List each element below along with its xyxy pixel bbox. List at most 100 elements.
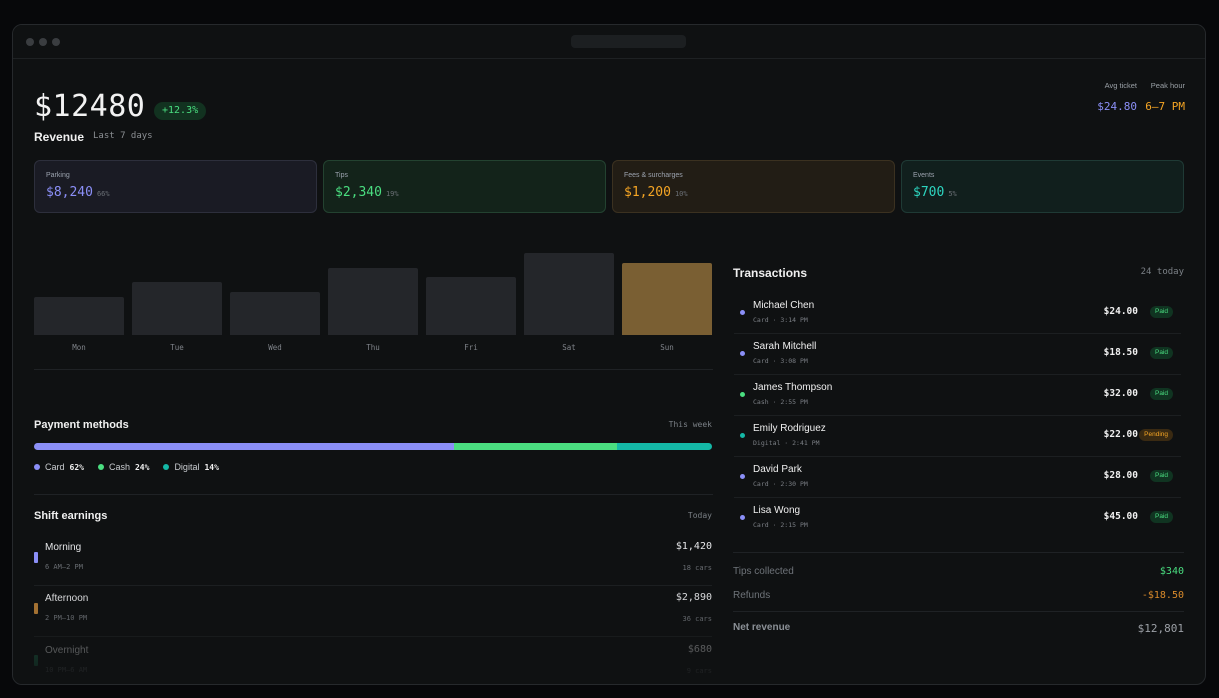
transaction-amount: $24.00 bbox=[1103, 306, 1138, 317]
bar-sat[interactable] bbox=[524, 253, 614, 335]
bar-fri[interactable] bbox=[426, 277, 516, 335]
transaction-row[interactable]: Michael Chen Card · 3:14 PM $24.00 Paid bbox=[734, 293, 1181, 334]
transaction-row[interactable]: David Park Card · 2:30 PM $28.00 Paid bbox=[734, 457, 1181, 498]
transaction-meta: Card · 3:14 PM bbox=[753, 316, 808, 324]
transaction-row[interactable]: James Thompson Cash · 2:55 PM $32.00 Paid bbox=[734, 375, 1181, 416]
address-bar[interactable] bbox=[571, 35, 686, 48]
card-pct: 5% bbox=[948, 190, 957, 198]
card-label: Parking bbox=[46, 172, 70, 179]
payment-segment-card bbox=[34, 443, 455, 450]
shift-indicator bbox=[34, 655, 38, 666]
tips-collected-label: Tips collected bbox=[733, 566, 794, 577]
method-dot bbox=[740, 433, 745, 438]
bar-thu[interactable] bbox=[328, 267, 418, 335]
legend-label: Card bbox=[45, 462, 65, 472]
bar-mon[interactable] bbox=[34, 296, 124, 335]
customer-name: Michael Chen bbox=[753, 300, 815, 311]
legend-item-cash: Cash 24% bbox=[97, 462, 150, 472]
shift-earnings-title: Shift earnings bbox=[34, 510, 108, 522]
legend-item-digital: Digital 14% bbox=[163, 462, 219, 472]
payment-segment-digital bbox=[617, 443, 712, 450]
status-badge: Paid bbox=[1149, 388, 1173, 400]
minimize-window-button[interactable] bbox=[39, 38, 47, 46]
card-value: $8,240 66% bbox=[46, 185, 110, 200]
bar-tue[interactable] bbox=[132, 282, 222, 335]
tips-collected-value: $340 bbox=[1159, 566, 1184, 577]
legend-pct: 14% bbox=[204, 462, 219, 472]
divider bbox=[733, 611, 1184, 612]
status-badge: Pending bbox=[1139, 429, 1173, 441]
legend-label: Digital bbox=[174, 462, 200, 472]
card-label: Fees & surcharges bbox=[624, 172, 683, 179]
transaction-amount: $28.00 bbox=[1103, 470, 1138, 481]
shift-name: Morning bbox=[45, 542, 82, 553]
card-pct: 10% bbox=[674, 190, 688, 198]
card-value: $700 5% bbox=[913, 185, 957, 200]
events-card[interactable]: Events $700 5% bbox=[901, 160, 1184, 213]
transaction-list: Michael Chen Card · 3:14 PM $24.00 Paid Sara… bbox=[734, 293, 1181, 538]
method-dot bbox=[740, 474, 745, 479]
payment-segment-cash bbox=[454, 443, 618, 450]
bar-sun[interactable] bbox=[622, 263, 712, 335]
customer-name: Sarah Mitchell bbox=[753, 341, 817, 352]
card-pct: 66% bbox=[96, 190, 110, 198]
revenue-bar-chart: Mon Tue Wed Thu Fri Sat Sun bbox=[34, 239, 713, 359]
fees-card[interactable]: Fees & surcharges $1,200 10% bbox=[612, 160, 895, 213]
payment-methods-period: This week bbox=[668, 420, 712, 429]
shift-amount: $2,890 bbox=[675, 592, 712, 603]
peak-hour-value: 6–7 PM bbox=[1145, 100, 1185, 113]
transaction-row[interactable]: Lisa Wong Card · 2:15 PM $45.00 Paid bbox=[734, 498, 1181, 538]
avg-ticket-value: $24.80 bbox=[1097, 100, 1137, 113]
transaction-row[interactable]: Sarah Mitchell Card · 3:08 PM $18.50 Paid bbox=[734, 334, 1181, 375]
status-badge: Paid bbox=[1149, 470, 1173, 482]
transaction-meta: Cash · 2:55 PM bbox=[753, 398, 808, 406]
shift-cars: 9 cars bbox=[686, 667, 712, 675]
x-tick-label: Thu bbox=[366, 343, 380, 352]
card-amount: $1,200 bbox=[624, 185, 671, 200]
tips-card[interactable]: Tips $2,340 19% bbox=[323, 160, 606, 213]
transaction-row[interactable]: Emily Rodriguez Digital · 2:41 PM $22.00 Pe… bbox=[734, 416, 1181, 457]
avg-ticket-label: Avg ticket bbox=[1104, 81, 1137, 90]
payment-methods-title: Payment methods bbox=[34, 419, 129, 431]
shift-row-afternoon[interactable]: Afternoon 2 PM–10 PM $2,890 36 cars bbox=[34, 586, 712, 637]
shift-row-morning[interactable]: Morning 6 AM–2 PM $1,420 18 cars bbox=[34, 535, 712, 586]
period-label: Last 7 days bbox=[93, 131, 153, 141]
method-dot bbox=[740, 392, 745, 397]
peak-hour-stat: Peak hour 6–7 PM bbox=[1143, 81, 1185, 115]
close-window-button[interactable] bbox=[26, 38, 34, 46]
customer-name: Lisa Wong bbox=[753, 505, 801, 516]
shift-amount: $1,420 bbox=[675, 541, 712, 552]
shift-row-overnight[interactable]: Overnight 10 PM–6 AM $680 9 cars bbox=[34, 638, 712, 684]
customer-name: Emily Rodriguez bbox=[753, 423, 826, 434]
x-tick-label: Tue bbox=[170, 343, 184, 352]
card-value: $1,200 10% bbox=[624, 185, 688, 200]
parking-card[interactable]: Parking $8,240 66% bbox=[34, 160, 317, 213]
legend-dot bbox=[163, 464, 170, 470]
maximize-window-button[interactable] bbox=[52, 38, 60, 46]
x-tick-label: Fri bbox=[464, 343, 478, 352]
net-revenue-label: Net revenue bbox=[733, 622, 791, 633]
status-badge: Paid bbox=[1149, 306, 1173, 318]
divider bbox=[733, 552, 1184, 553]
method-dot bbox=[740, 515, 745, 520]
shift-cars: 18 cars bbox=[682, 564, 712, 572]
legend-label: Cash bbox=[108, 462, 130, 472]
refunds-value: -$18.50 bbox=[1141, 590, 1184, 601]
legend-item-card: Card 62% bbox=[34, 462, 84, 472]
x-tick-label: Sun bbox=[660, 343, 674, 352]
payment-methods-legend: Card 62% Cash 24% Digital 14% bbox=[34, 462, 219, 472]
shift-name: Overnight bbox=[45, 645, 89, 656]
divider bbox=[34, 369, 713, 370]
transaction-amount: $45.00 bbox=[1103, 511, 1138, 522]
peak-hour-label: Peak hour bbox=[1150, 81, 1185, 90]
legend-pct: 24% bbox=[134, 462, 150, 472]
divider bbox=[34, 494, 713, 495]
legend-pct: 62% bbox=[69, 462, 84, 472]
card-amount: $700 bbox=[913, 185, 945, 200]
legend-dot bbox=[97, 464, 104, 470]
card-pct: 19% bbox=[385, 190, 399, 198]
transaction-meta: Card · 2:15 PM bbox=[753, 521, 808, 529]
x-tick-label: Mon bbox=[72, 343, 86, 352]
net-revenue-value: $12,801 bbox=[1137, 622, 1184, 635]
bar-wed[interactable] bbox=[230, 291, 320, 335]
